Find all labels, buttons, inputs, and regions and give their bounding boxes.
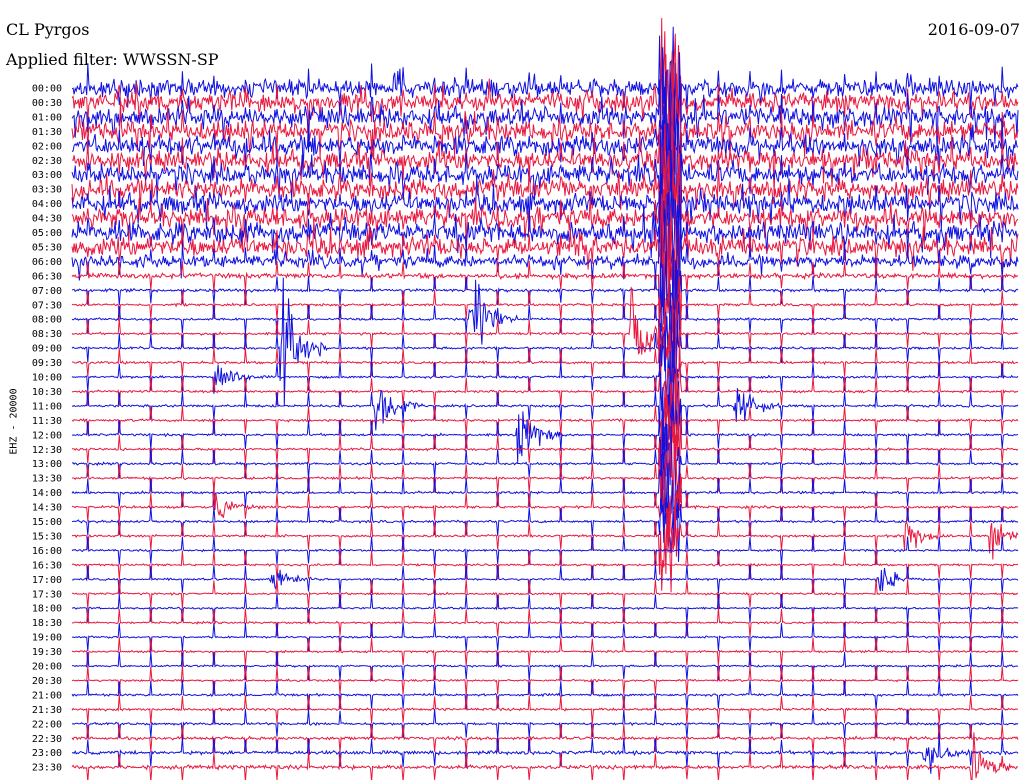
time-tick-label: 11:30 bbox=[32, 416, 62, 427]
trace-line bbox=[71, 665, 1019, 696]
trace-line bbox=[71, 593, 1019, 623]
time-tick-label: 06:00 bbox=[32, 257, 62, 268]
time-tick-label: 13:00 bbox=[32, 459, 62, 470]
time-tick-label: 08:00 bbox=[32, 315, 62, 326]
time-tick-label: 07:00 bbox=[32, 286, 62, 297]
time-tick-label: 18:30 bbox=[32, 618, 62, 629]
time-tick-label: 04:00 bbox=[32, 199, 62, 210]
time-tick-label: 02:30 bbox=[32, 156, 62, 167]
time-tick-label: 00:00 bbox=[32, 84, 62, 95]
time-tick-label: 10:30 bbox=[32, 387, 62, 398]
time-tick-label: 09:30 bbox=[32, 358, 62, 369]
time-tick-label: 15:30 bbox=[32, 531, 62, 542]
trace-line bbox=[71, 636, 1019, 667]
time-tick-label: 09:00 bbox=[32, 344, 62, 355]
time-tick-label: 23:00 bbox=[32, 748, 62, 759]
seismogram-plot: 00:00 00:30 01:00 01:30 02:00 02:30 03:00 03:30… bbox=[32, 18, 1019, 780]
time-tick-label: 21:00 bbox=[32, 690, 62, 701]
time-tick-label: 16:00 bbox=[32, 546, 62, 557]
trace-line bbox=[71, 26, 1019, 140]
time-tick-label: 22:30 bbox=[32, 734, 62, 745]
time-tick-label: 17:00 bbox=[32, 575, 62, 586]
trace-line bbox=[71, 694, 1019, 724]
time-tick-label: 14:00 bbox=[32, 488, 62, 499]
time-tick-label: 19:00 bbox=[32, 633, 62, 644]
trace-line bbox=[71, 564, 1019, 594]
time-tick-label: 00:30 bbox=[32, 98, 62, 109]
time-tick-label: 01:30 bbox=[32, 127, 62, 138]
trace-line bbox=[71, 550, 1019, 580]
helicorder-stage: CL Pyrgos Applied filter: WWSSN-SP 2016-… bbox=[0, 0, 1024, 780]
time-tick-label: 13:30 bbox=[32, 474, 62, 485]
time-tick-label: 11:00 bbox=[32, 401, 62, 412]
time-tick-label: 05:00 bbox=[32, 228, 62, 239]
time-tick-label: 12:30 bbox=[32, 445, 62, 456]
time-tick-label: 14:30 bbox=[32, 503, 62, 514]
time-tick-label: 07:30 bbox=[32, 300, 62, 311]
time-tick-label: 02:00 bbox=[32, 141, 62, 152]
time-tick-label: 16:30 bbox=[32, 560, 62, 571]
time-tick-label: 03:00 bbox=[32, 170, 62, 181]
time-tick-label: 21:30 bbox=[32, 705, 62, 716]
time-tick-label: 03:30 bbox=[32, 185, 62, 196]
time-tick-label: 01:00 bbox=[32, 112, 62, 123]
time-tick-label: 10:00 bbox=[32, 373, 62, 384]
time-tick-label: 12:00 bbox=[32, 430, 62, 441]
time-tick-label: 22:00 bbox=[32, 719, 62, 730]
time-tick-label: 20:30 bbox=[32, 676, 62, 687]
trace-line bbox=[71, 679, 1019, 710]
time-tick-label: 05:30 bbox=[32, 242, 62, 253]
trace-line bbox=[71, 607, 1019, 638]
time-tick-label: 18:00 bbox=[32, 604, 62, 615]
time-tick-label: 23:30 bbox=[32, 763, 62, 774]
time-tick-label: 08:30 bbox=[32, 329, 62, 340]
time-tick-label: 20:00 bbox=[32, 662, 62, 673]
time-tick-label: 19:30 bbox=[32, 647, 62, 658]
trace-line bbox=[72, 579, 1019, 609]
time-tick-label: 04:30 bbox=[32, 214, 62, 225]
time-tick-label: 06:30 bbox=[32, 271, 62, 282]
time-tick-label: 15:00 bbox=[32, 517, 62, 528]
time-tick-label: 17:30 bbox=[32, 589, 62, 600]
